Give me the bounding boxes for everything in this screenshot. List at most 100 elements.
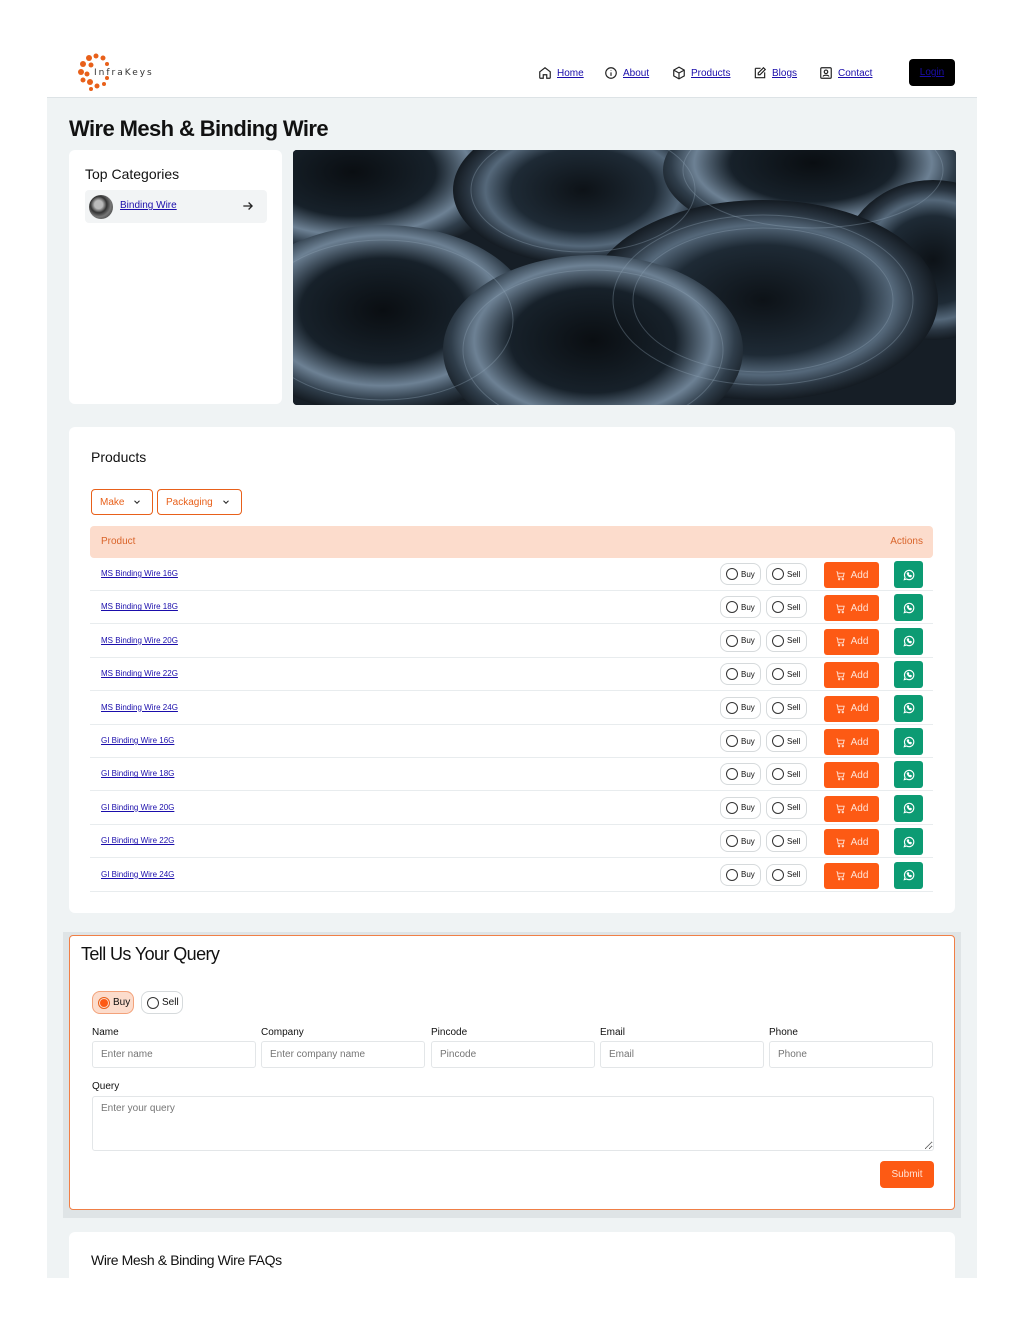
packaging-filter-dropdown[interactable]: Packaging [157, 489, 242, 515]
email-field[interactable] [600, 1041, 764, 1068]
buy-option[interactable]: Buy [720, 830, 761, 853]
add-to-cart-button[interactable]: Add [824, 595, 879, 622]
nav-contact[interactable]: Contact [819, 64, 872, 82]
company-field[interactable] [261, 1041, 425, 1068]
category-label[interactable]: Binding Wire [120, 200, 177, 211]
whatsapp-button[interactable] [894, 828, 923, 856]
buy-option[interactable]: Buy [720, 730, 761, 752]
sell-option[interactable]: Sell [766, 730, 807, 752]
product-link[interactable]: GI Binding Wire 24G [101, 870, 174, 879]
sell-option[interactable]: Sell [766, 596, 807, 619]
add-button-label: Add [850, 703, 869, 715]
sell-option-label: Sell [787, 769, 801, 779]
home-icon [539, 67, 551, 79]
cart-icon [835, 871, 845, 881]
query-form: Tell Us Your Query Buy Sell Name Company… [69, 935, 955, 1210]
product-link[interactable]: MS Binding Wire 18G [101, 602, 178, 611]
query-option-sell[interactable]: Sell [141, 991, 183, 1014]
whatsapp-button[interactable] [894, 594, 923, 622]
login-button[interactable]: Login [909, 59, 955, 86]
buy-option[interactable]: Buy [720, 563, 761, 585]
sell-option[interactable]: Sell [766, 563, 807, 585]
pincode-field[interactable] [431, 1041, 595, 1068]
whatsapp-button[interactable] [894, 561, 923, 588]
submit-button[interactable]: Submit [880, 1161, 934, 1188]
add-button-label: Add [850, 602, 869, 614]
add-to-cart-button[interactable]: Add [824, 729, 879, 755]
whatsapp-button[interactable] [894, 661, 923, 689]
product-link[interactable]: MS Binding Wire 22G [101, 669, 178, 678]
sell-option[interactable]: Sell [766, 696, 807, 719]
add-to-cart-button[interactable]: Add [824, 795, 879, 822]
sell-option[interactable]: Sell [766, 863, 807, 886]
sell-option[interactable]: Sell [766, 663, 807, 686]
add-to-cart-button[interactable]: Add [824, 562, 879, 588]
whatsapp-button[interactable] [894, 794, 923, 822]
add-button-label: Add [850, 803, 869, 815]
sell-option[interactable]: Sell [766, 629, 807, 652]
whatsapp-button[interactable] [894, 694, 923, 722]
buy-option-label: Buy [741, 703, 755, 713]
products-panel: Products Make Packaging Product Actions … [69, 427, 955, 913]
table-row: MS Binding Wire 24G Buy Sell Add [90, 692, 933, 725]
page-title: Wire Mesh & Binding Wire [69, 116, 329, 141]
nav-contact-link[interactable]: Contact [838, 68, 872, 79]
sell-option-label: Sell [787, 669, 801, 679]
whatsapp-button[interactable] [894, 861, 923, 889]
whatsapp-button[interactable] [894, 761, 923, 789]
radio-selected-icon [98, 996, 110, 1009]
add-to-cart-button[interactable]: Add [824, 695, 879, 722]
nav-about[interactable]: About [604, 64, 649, 82]
sell-option[interactable]: Sell [766, 830, 807, 853]
page-frame: InfraKeys Home About Products Blogs Cont… [47, 0, 977, 1278]
sell-option-label: Sell [787, 736, 801, 746]
add-to-cart-button[interactable]: Add [824, 662, 879, 689]
add-to-cart-button[interactable]: Add [824, 628, 879, 655]
buy-option[interactable]: Buy [720, 663, 761, 686]
add-button-label: Add [850, 669, 869, 681]
make-filter-dropdown[interactable]: Make [91, 489, 154, 515]
name-label: Name [92, 1027, 119, 1038]
buy-option[interactable]: Buy [720, 763, 761, 786]
sell-option-label: Sell [787, 803, 801, 813]
phone-field[interactable] [769, 1041, 933, 1068]
nav-home[interactable]: Home [538, 64, 584, 82]
name-field[interactable] [92, 1041, 256, 1068]
product-link[interactable]: GI Binding Wire 18G [101, 769, 174, 778]
product-link[interactable]: MS Binding Wire 24G [101, 703, 178, 712]
product-link[interactable]: GI Binding Wire 20G [101, 803, 174, 812]
add-to-cart-button[interactable]: Add [824, 862, 879, 889]
whatsapp-button[interactable] [894, 728, 923, 755]
buy-option[interactable]: Buy [720, 796, 761, 819]
product-link[interactable]: GI Binding Wire 22G [101, 836, 174, 845]
sell-option[interactable]: Sell [766, 763, 807, 786]
faq-panel: Wire Mesh & Binding Wire FAQs [69, 1232, 955, 1278]
nav-blogs-link[interactable]: Blogs [772, 68, 797, 79]
cart-icon [835, 671, 845, 680]
buy-option[interactable]: Buy [720, 696, 761, 719]
whatsapp-button[interactable] [894, 627, 923, 655]
add-to-cart-button[interactable]: Add [824, 829, 879, 856]
nav-products[interactable]: Products [672, 64, 730, 82]
add-button-label: Add [850, 769, 869, 781]
nav-home-link[interactable]: Home [557, 68, 584, 79]
arrow-right-icon[interactable] [241, 199, 255, 213]
radio-unselected-icon [726, 768, 738, 781]
product-link[interactable]: MS Binding Wire 20G [101, 636, 178, 645]
nav-about-link[interactable]: About [623, 68, 649, 79]
product-link[interactable]: GI Binding Wire 16G [101, 736, 174, 745]
sell-option-label: Sell [787, 870, 801, 880]
nav-products-link[interactable]: Products [691, 68, 730, 79]
sell-option[interactable]: Sell [766, 796, 807, 819]
radio-unselected-icon [147, 996, 159, 1009]
category-item-binding-wire[interactable]: Binding Wire [85, 190, 267, 223]
radio-unselected-icon [726, 568, 738, 580]
product-link[interactable]: MS Binding Wire 16G [101, 569, 178, 578]
query-option-buy[interactable]: Buy [92, 991, 134, 1014]
nav-blogs[interactable]: Blogs [753, 64, 797, 82]
buy-option[interactable]: Buy [720, 596, 761, 619]
buy-option[interactable]: Buy [720, 863, 761, 886]
query-textarea[interactable] [92, 1096, 934, 1151]
add-to-cart-button[interactable]: Add [824, 762, 879, 789]
buy-option[interactable]: Buy [720, 629, 761, 652]
